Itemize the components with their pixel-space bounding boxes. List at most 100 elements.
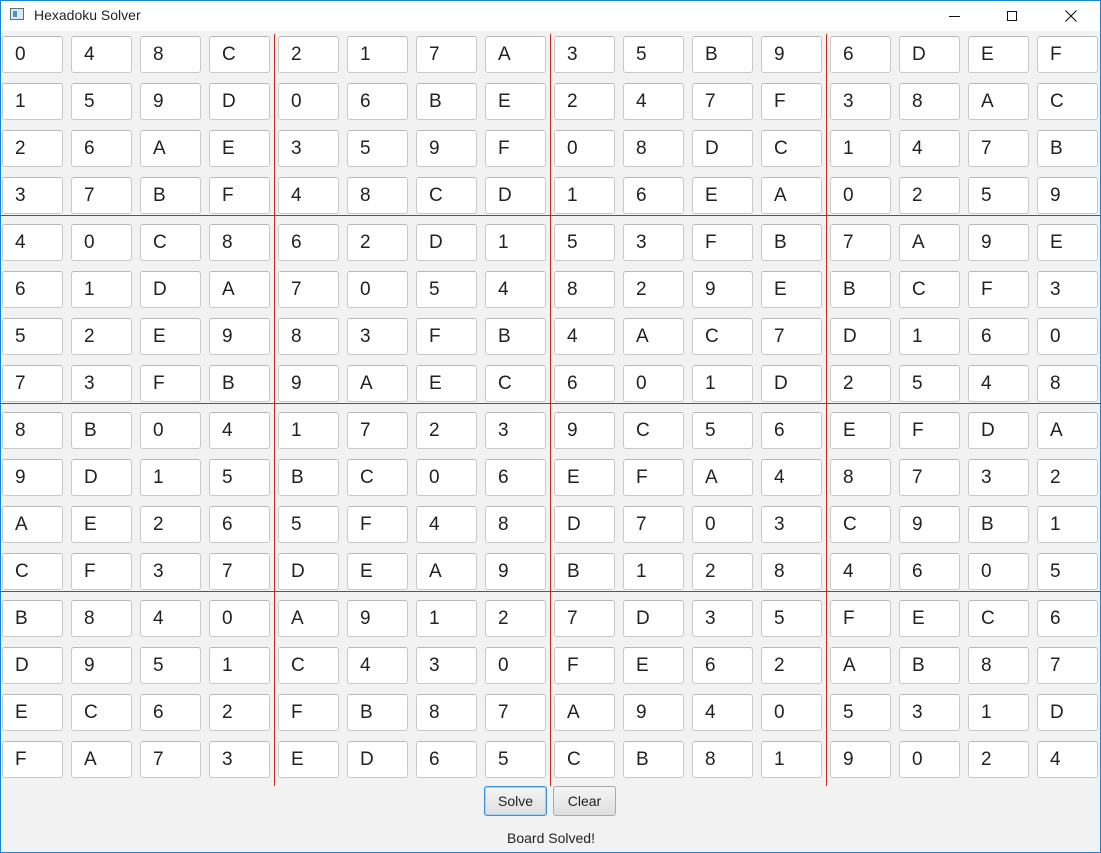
board-cell[interactable]: 6: [416, 741, 477, 778]
board-cell[interactable]: A: [209, 271, 270, 308]
board-cell[interactable]: E: [485, 83, 546, 120]
board-cell[interactable]: 6: [71, 130, 132, 167]
board-cell[interactable]: 1: [485, 224, 546, 261]
board-cell[interactable]: F: [209, 177, 270, 214]
board-cell[interactable]: 1: [623, 553, 684, 590]
board-cell[interactable]: E: [968, 36, 1029, 73]
board-cell[interactable]: 4: [2, 224, 63, 261]
board-cell[interactable]: B: [1037, 130, 1098, 167]
board-cell[interactable]: 8: [2, 412, 63, 449]
board-cell[interactable]: F: [554, 647, 615, 684]
board-cell[interactable]: 2: [623, 271, 684, 308]
board-cell[interactable]: 0: [968, 553, 1029, 590]
board-cell[interactable]: 3: [416, 647, 477, 684]
board-cell[interactable]: E: [347, 553, 408, 590]
board-cell[interactable]: 7: [347, 412, 408, 449]
board-cell[interactable]: 9: [416, 130, 477, 167]
board-cell[interactable]: A: [899, 224, 960, 261]
board-cell[interactable]: E: [1037, 224, 1098, 261]
board-cell[interactable]: A: [416, 553, 477, 590]
board-cell[interactable]: 6: [761, 412, 822, 449]
clear-button[interactable]: Clear: [553, 786, 616, 816]
board-cell[interactable]: B: [2, 600, 63, 637]
board-cell[interactable]: 8: [830, 459, 891, 496]
board-cell[interactable]: D: [485, 177, 546, 214]
board-cell[interactable]: 8: [623, 130, 684, 167]
board-cell[interactable]: 3: [71, 365, 132, 402]
board-cell[interactable]: 9: [692, 271, 753, 308]
board-cell[interactable]: 3: [554, 36, 615, 73]
board-cell[interactable]: 9: [71, 647, 132, 684]
board-cell[interactable]: 7: [899, 459, 960, 496]
board-cell[interactable]: 9: [278, 365, 339, 402]
board-cell[interactable]: 0: [623, 365, 684, 402]
board-cell[interactable]: 7: [140, 741, 201, 778]
board-cell[interactable]: 8: [692, 741, 753, 778]
board-cell[interactable]: 1: [416, 600, 477, 637]
board-cell[interactable]: A: [623, 318, 684, 355]
board-cell[interactable]: 4: [968, 365, 1029, 402]
board-cell[interactable]: 9: [554, 412, 615, 449]
board-cell[interactable]: B: [623, 741, 684, 778]
board-cell[interactable]: B: [968, 506, 1029, 543]
board-cell[interactable]: 1: [554, 177, 615, 214]
board-cell[interactable]: C: [899, 271, 960, 308]
board-cell[interactable]: 6: [140, 694, 201, 731]
board-cell[interactable]: 5: [554, 224, 615, 261]
board-cell[interactable]: 3: [209, 741, 270, 778]
board-cell[interactable]: 6: [968, 318, 1029, 355]
board-cell[interactable]: 0: [899, 741, 960, 778]
board-cell[interactable]: D: [209, 83, 270, 120]
board-cell[interactable]: 7: [71, 177, 132, 214]
board-cell[interactable]: A: [278, 600, 339, 637]
board-cell[interactable]: 8: [278, 318, 339, 355]
board-cell[interactable]: B: [554, 553, 615, 590]
board-cell[interactable]: A: [554, 694, 615, 731]
board-cell[interactable]: 7: [968, 130, 1029, 167]
board-cell[interactable]: 5: [278, 506, 339, 543]
board-cell[interactable]: 9: [968, 224, 1029, 261]
board-cell[interactable]: 2: [140, 506, 201, 543]
board-cell[interactable]: 2: [899, 177, 960, 214]
board-cell[interactable]: D: [968, 412, 1029, 449]
board-cell[interactable]: 8: [71, 600, 132, 637]
board-cell[interactable]: 9: [761, 36, 822, 73]
board-cell[interactable]: 3: [830, 83, 891, 120]
board-cell[interactable]: C: [278, 647, 339, 684]
board-cell[interactable]: 6: [830, 36, 891, 73]
maximize-button[interactable]: [983, 1, 1041, 31]
board-cell[interactable]: 1: [761, 741, 822, 778]
board-cell[interactable]: B: [347, 694, 408, 731]
board-cell[interactable]: F: [278, 694, 339, 731]
board-cell[interactable]: 4: [554, 318, 615, 355]
board-cell[interactable]: 1: [899, 318, 960, 355]
board-cell[interactable]: 8: [554, 271, 615, 308]
board-cell[interactable]: 3: [968, 459, 1029, 496]
board-cell[interactable]: 1: [347, 36, 408, 73]
board-cell[interactable]: 0: [209, 600, 270, 637]
board-cell[interactable]: A: [485, 36, 546, 73]
board-cell[interactable]: 9: [209, 318, 270, 355]
board-cell[interactable]: B: [71, 412, 132, 449]
board-cell[interactable]: E: [692, 177, 753, 214]
board-cell[interactable]: 0: [485, 647, 546, 684]
board-cell[interactable]: 4: [830, 553, 891, 590]
board-cell[interactable]: 9: [830, 741, 891, 778]
board-cell[interactable]: 1: [830, 130, 891, 167]
board-cell[interactable]: A: [1037, 412, 1098, 449]
board-cell[interactable]: D: [278, 553, 339, 590]
board-cell[interactable]: A: [140, 130, 201, 167]
board-cell[interactable]: 4: [278, 177, 339, 214]
board-cell[interactable]: 5: [830, 694, 891, 731]
board-cell[interactable]: 3: [140, 553, 201, 590]
board-cell[interactable]: 1: [2, 83, 63, 120]
board-cell[interactable]: 8: [416, 694, 477, 731]
board-cell[interactable]: 3: [278, 130, 339, 167]
board-cell[interactable]: 5: [140, 647, 201, 684]
board-cell[interactable]: E: [278, 741, 339, 778]
board-cell[interactable]: 7: [2, 365, 63, 402]
board-cell[interactable]: C: [140, 224, 201, 261]
board-cell[interactable]: 2: [554, 83, 615, 120]
board-cell[interactable]: F: [968, 271, 1029, 308]
board-cell[interactable]: 6: [554, 365, 615, 402]
